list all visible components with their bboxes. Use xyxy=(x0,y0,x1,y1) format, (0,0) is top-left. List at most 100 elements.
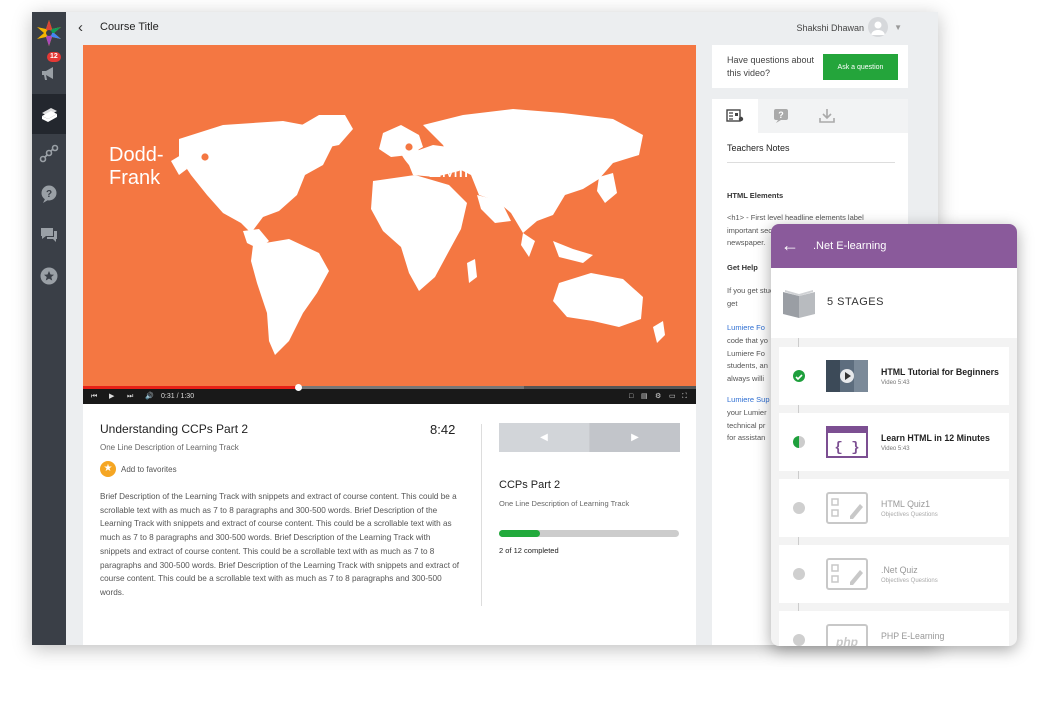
item-subtitle: Video 5:43 xyxy=(881,380,910,386)
stages-count: 5 STAGES xyxy=(827,296,884,308)
notes-section-title: HTML Elements xyxy=(727,191,784,200)
user-name[interactable]: Shakshi Dhawan xyxy=(796,23,864,33)
rail-paths[interactable] xyxy=(32,134,66,174)
skip-forward-icon[interactable]: ⏭ xyxy=(127,392,133,401)
list-item[interactable]: .Net Quiz Objectives Questions xyxy=(779,545,1009,603)
next-item-title: CCPs Part 2 xyxy=(499,479,561,491)
megaphone-icon xyxy=(42,67,53,80)
fullscreen-icon[interactable]: ⛶ xyxy=(682,392,687,401)
code-thumbnail: { } xyxy=(826,426,868,458)
notification-badge: 12 xyxy=(47,52,61,62)
back-arrow-icon[interactable]: ← xyxy=(781,235,799,255)
rail-courses[interactable] xyxy=(32,94,66,134)
nav-buttons: ◀ ▶ xyxy=(499,423,680,452)
rail-favorites[interactable] xyxy=(32,256,66,296)
play-icon[interactable]: ▶ xyxy=(109,392,114,401)
page-title: Course Title xyxy=(100,21,159,33)
video-subtitle: One Line Description of Learning Track xyxy=(100,443,239,452)
list-item[interactable]: php PHP E-Learning xyxy=(779,611,1009,646)
notes-icon xyxy=(726,109,744,122)
back-arrow-icon[interactable]: ‹ xyxy=(78,20,83,36)
video-description: Brief Description of the Learning Track … xyxy=(100,492,460,597)
php-thumbnail: php xyxy=(826,624,868,646)
divider xyxy=(481,424,482,606)
in-progress-icon xyxy=(793,436,805,448)
scrubber-handle[interactable] xyxy=(295,384,302,391)
divider xyxy=(727,162,895,163)
video-thumbnail xyxy=(826,360,868,392)
list-item[interactable]: HTML Tutorial for Beginners Video 5:43 xyxy=(779,347,1009,405)
theater-icon[interactable]: ▭ xyxy=(669,392,676,401)
add-to-favorites-link[interactable]: Add to favorites xyxy=(121,465,177,474)
svg-text:?: ? xyxy=(778,110,784,120)
mobile-header: ← .Net E-learning xyxy=(771,224,1017,268)
question-box: Have questions about this video? Ask a q… xyxy=(712,45,908,88)
svg-text:?: ? xyxy=(46,189,52,200)
top-bar: ‹ Course Title Shakshi Dhawan ▼ xyxy=(66,12,938,44)
item-title: .Net Quiz xyxy=(881,565,918,575)
ask-question-button[interactable]: Ask a question xyxy=(823,54,898,80)
map-label-left: Dodd- Frank xyxy=(109,144,163,190)
chat-icon xyxy=(41,228,57,242)
map-label-left-line2: Frank xyxy=(109,167,161,189)
list-item[interactable]: { } Learn HTML in 12 Minutes Video 5:43 xyxy=(779,413,1009,471)
captions-icon[interactable]: □ xyxy=(629,392,633,401)
skip-back-icon[interactable]: ⏮ xyxy=(91,392,97,401)
star-icon[interactable]: ★ xyxy=(100,461,116,477)
progress-bar xyxy=(83,386,298,389)
item-subtitle: Objectives Questions xyxy=(881,512,938,518)
notes-paragraph: your Lumier technical pr for assistan xyxy=(727,408,767,442)
map-label-right: EMIR xyxy=(428,160,478,182)
time-readout: 0:31 / 1:30 xyxy=(161,393,195,400)
tab-questions[interactable]: ? xyxy=(758,99,804,133)
logo-icon[interactable] xyxy=(35,19,63,47)
avatar[interactable] xyxy=(868,17,888,37)
location-pin-icon xyxy=(399,137,419,165)
stages-header: 5 STAGES xyxy=(771,268,1017,338)
previous-button[interactable]: ◀ xyxy=(499,423,589,452)
notes-paragraph: code that yo Lumiere Fo students, an alw… xyxy=(727,336,768,383)
question-icon: ? xyxy=(774,109,788,123)
question-bubble-icon: ? xyxy=(41,185,57,203)
mobile-course-panel: ← .Net E-learning 5 STAGES HTML Tutorial… xyxy=(771,224,1017,646)
chevron-down-icon[interactable]: ▼ xyxy=(894,23,902,32)
question-prompt: Have questions about this video? xyxy=(727,55,815,78)
rail-questions[interactable]: ? xyxy=(32,174,66,214)
left-rail: 12 ? xyxy=(32,12,66,645)
chevron-right-icon: ▶ xyxy=(631,432,639,443)
notes-section-title: Get Help xyxy=(727,263,758,272)
user-icon xyxy=(871,21,885,35)
rail-discussions[interactable] xyxy=(32,215,66,255)
svg-text:{ }: { } xyxy=(834,440,859,456)
path-icon xyxy=(39,144,59,163)
subtitles-icon[interactable]: ▤ xyxy=(641,392,648,401)
item-title: HTML Quiz1 xyxy=(881,499,931,509)
volume-icon[interactable]: 🔊 xyxy=(145,392,154,401)
download-icon xyxy=(819,109,835,123)
video-title: Understanding CCPs Part 2 xyxy=(100,422,249,436)
quiz-thumbnail xyxy=(826,492,868,524)
settings-gear-icon[interactable]: ⚙ xyxy=(655,392,661,401)
completed-count: 2 of 12 completed xyxy=(499,546,559,555)
track-progress-fill xyxy=(499,530,540,537)
item-title: PHP E-Learning xyxy=(881,631,945,641)
item-subtitle: Video 5:43 xyxy=(881,446,910,452)
video-info-panel: Understanding CCPs Part 2 8:42 One Line … xyxy=(83,404,696,645)
tab-notes[interactable] xyxy=(712,99,758,133)
tab-downloads[interactable] xyxy=(804,99,850,133)
lock-icon xyxy=(793,568,805,580)
rail-notifications[interactable]: 12 xyxy=(32,52,66,93)
video-player[interactable]: Dodd- Frank EMIR ⏮ ▶ ⏭ 🔊 0:31 / 1:30 □ ▤… xyxy=(83,45,696,404)
lock-icon xyxy=(793,634,805,646)
next-button[interactable]: ▶ xyxy=(590,423,680,452)
quiz-thumbnail xyxy=(826,558,868,590)
location-pin-icon xyxy=(195,147,215,175)
item-subtitle: Objectives Questions xyxy=(881,578,938,584)
star-circle-icon xyxy=(40,267,58,285)
notes-tabs: ? xyxy=(712,99,908,133)
notes-heading: Teachers Notes xyxy=(727,143,790,153)
list-item[interactable]: HTML Quiz1 Objectives Questions xyxy=(779,479,1009,537)
book-icon xyxy=(783,290,815,318)
chevron-left-icon: ◀ xyxy=(540,432,548,443)
video-controls: ⏮ ▶ ⏭ 🔊 0:31 / 1:30 □ ▤ ⚙ ▭ ⛶ xyxy=(83,384,696,404)
